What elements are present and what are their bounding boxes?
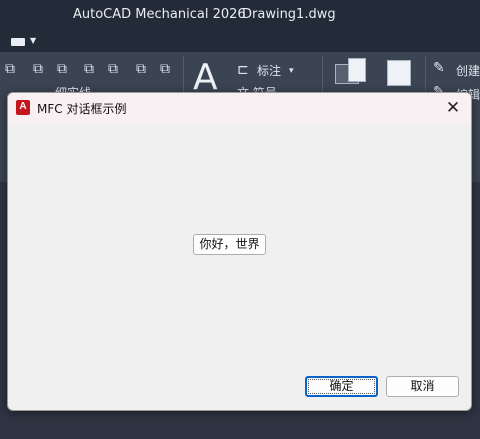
cancel-button[interactable]: 取消 (386, 376, 459, 397)
ok-button-label: 确定 (308, 379, 375, 394)
dialog-title: MFC 对话框示例 (37, 102, 127, 116)
layer-tool-icon[interactable]: ⧉ (84, 62, 94, 76)
layer-tool-icon[interactable]: ⧉ (160, 62, 170, 76)
layer-tool-icon[interactable]: ⧉ (5, 62, 15, 76)
properties-icon[interactable] (387, 60, 411, 86)
autocad-logo-icon: A (16, 100, 30, 115)
layer-tool-icon[interactable]: ⧉ (108, 62, 118, 76)
ok-button[interactable]: 确定 (305, 376, 378, 397)
app-title: AutoCAD Mechanical 2026 (73, 7, 246, 22)
hello-world-button[interactable]: 你好，世界 (193, 234, 266, 255)
layer-tool-icon[interactable]: ⧉ (136, 62, 146, 76)
annotate-label[interactable]: 标注 (257, 62, 281, 79)
app-title-bar: AutoCAD Mechanical 2026 Drawing1.dwg (0, 0, 480, 32)
dimension-icon[interactable]: ⊏ (237, 63, 249, 77)
document-title: Drawing1.dwg (242, 7, 336, 22)
create-icon[interactable]: ✎ (433, 61, 445, 75)
quick-access-icon[interactable] (11, 38, 25, 46)
create-label[interactable]: 创建 (456, 62, 480, 79)
layer-tool-icon[interactable]: ⧉ (57, 62, 67, 76)
quick-access-bar (0, 32, 480, 52)
chevron-down-icon[interactable]: ▾ (289, 64, 294, 78)
dialog-title-bar[interactable]: A MFC 对话框示例 ✕ (8, 93, 471, 123)
close-icon[interactable]: ✕ (442, 98, 464, 118)
document-icon[interactable] (348, 58, 366, 82)
mfc-dialog: A MFC 对话框示例 ✕ 你好，世界 确定 取消 (7, 92, 472, 411)
layer-tool-icon[interactable]: ⧉ (33, 62, 43, 76)
chevron-down-icon[interactable]: ▼ (30, 36, 36, 45)
